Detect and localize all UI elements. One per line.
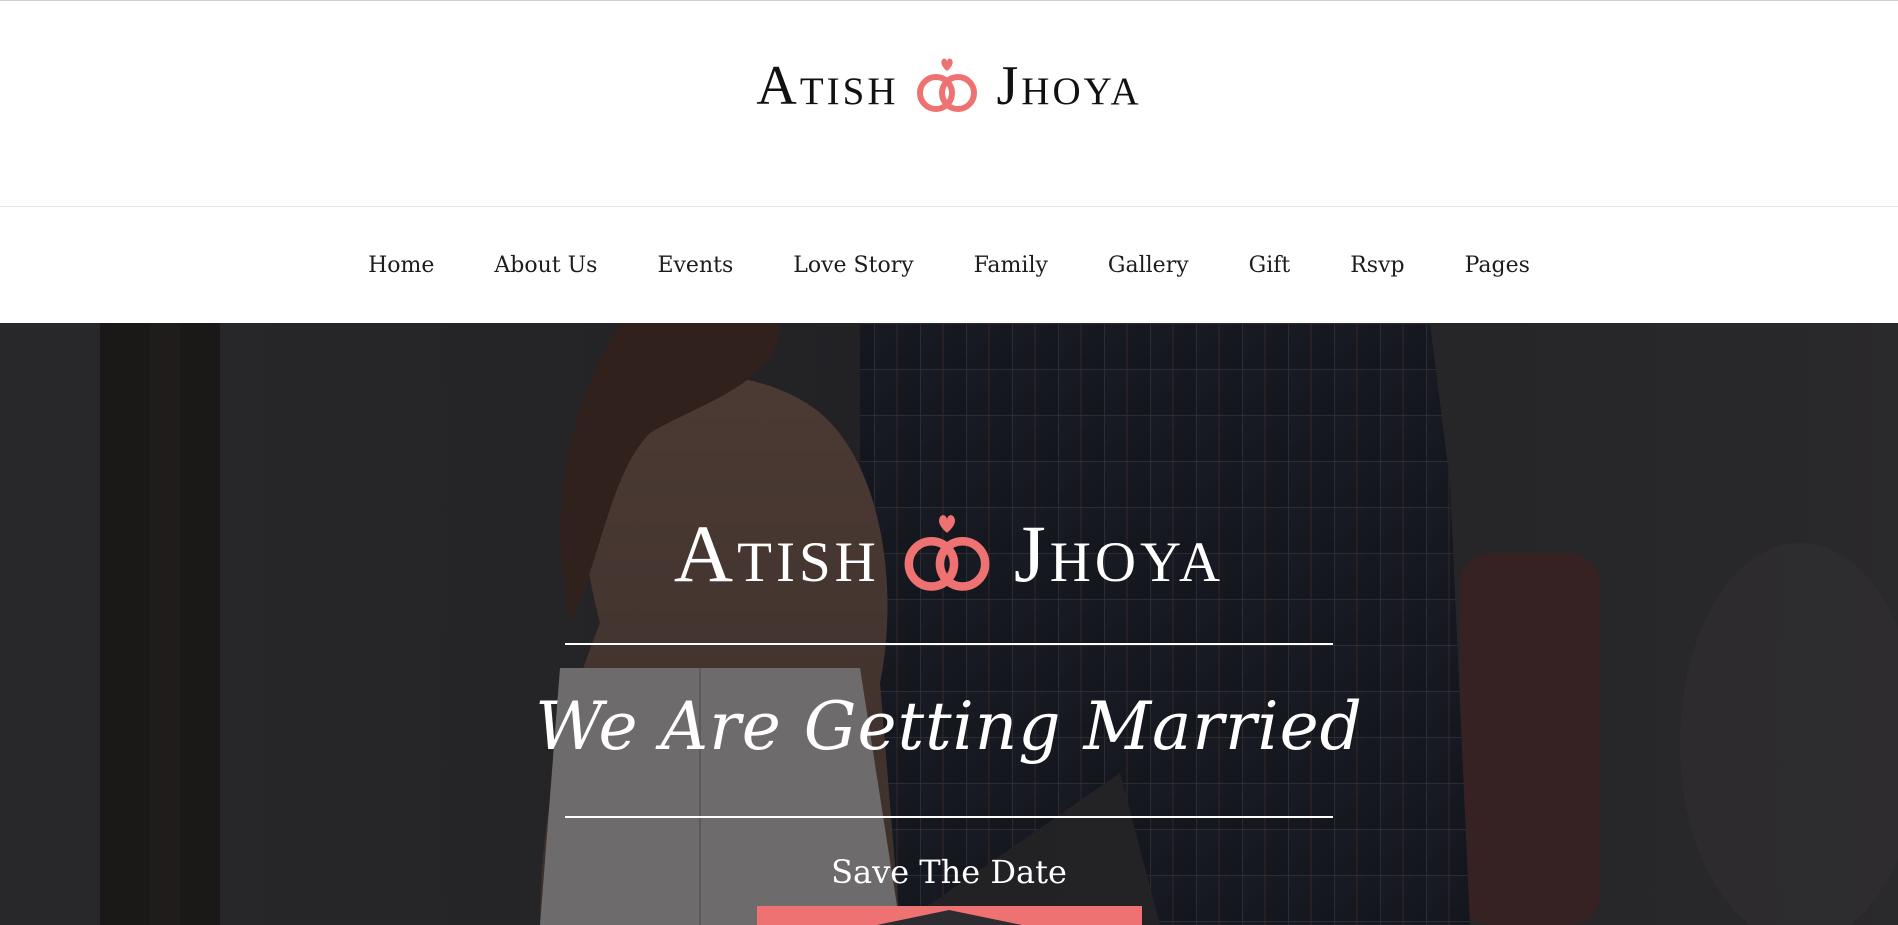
- nav-item-rsvp[interactable]: Rsvp: [1320, 253, 1434, 278]
- nav-item-family[interactable]: Family: [944, 253, 1078, 278]
- main-navigation: Home About Us Events Love Story Family G…: [0, 206, 1898, 323]
- hero-divider-bottom: [565, 816, 1333, 818]
- ribbon-banner: [757, 906, 1142, 925]
- wedding-rings-icon: [898, 513, 996, 595]
- logo-name-left: Atish: [756, 55, 899, 117]
- nav-item-events[interactable]: Events: [627, 253, 763, 278]
- page: Atish Jhoya Home About Us Events Love St…: [0, 0, 1898, 925]
- nav-item-about-us[interactable]: About Us: [464, 253, 627, 278]
- nav-item-gallery[interactable]: Gallery: [1078, 253, 1219, 278]
- hero-overlay: [0, 323, 1898, 925]
- site-header: Atish Jhoya: [0, 0, 1898, 206]
- hero-name-right: Jhoya: [1013, 508, 1225, 599]
- logo-name-right: Jhoya: [996, 55, 1142, 117]
- hero-tagline: We Are Getting Married: [535, 688, 1363, 765]
- save-the-date-heading: Save The Date: [831, 853, 1067, 891]
- hero-divider-top: [565, 643, 1333, 645]
- hero-logo: Atish Jhoya: [0, 513, 1898, 595]
- nav-item-love-story[interactable]: Love Story: [763, 253, 943, 278]
- nav-item-home[interactable]: Home: [338, 253, 464, 278]
- nav-item-pages[interactable]: Pages: [1435, 253, 1560, 278]
- nav-item-gift[interactable]: Gift: [1219, 253, 1321, 278]
- hero-section: Atish Jhoya We Are Getting Married Save …: [0, 323, 1898, 925]
- wedding-rings-icon: [914, 57, 980, 115]
- site-logo[interactable]: Atish Jhoya: [0, 57, 1898, 115]
- hero-name-left: Atish: [673, 508, 880, 599]
